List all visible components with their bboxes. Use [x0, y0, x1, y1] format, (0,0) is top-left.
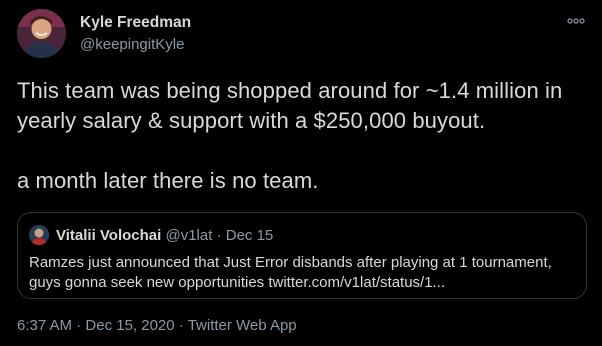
tweet-date[interactable]: Dec 15, 2020 [85, 317, 174, 334]
author-display-name[interactable]: Kyle Freedman [80, 13, 191, 33]
tweet-footer: 6:37 AM · Dec 15, 2020 · Twitter Web App [17, 316, 297, 336]
author-handle[interactable]: @keepingitKyle [80, 35, 191, 55]
quoted-separator: · [212, 227, 226, 244]
quoted-author-name: Vitalii Volochai [56, 227, 162, 244]
quoted-tweet-text: Ramzes just announced that Just Error di… [29, 254, 552, 291]
tweet-text: This team was being shopped around for ~… [17, 78, 563, 193]
quoted-author-handle: @v1lat [165, 227, 213, 244]
quoted-author-avatar [29, 225, 49, 245]
tweet-time[interactable]: 6:37 AM [17, 317, 72, 334]
tweet-card: Kyle Freedman @keepingitKyle This team w… [0, 0, 602, 346]
quoted-tweet-header: Vitalii Volochai @v1lat · Dec 15 [56, 226, 273, 245]
footer-separator: · [174, 317, 188, 334]
quoted-tweet-date: Dec 15 [225, 227, 274, 244]
quoted-tweet[interactable]: Vitalii Volochai @v1lat · Dec 15 Ramzes … [17, 212, 587, 299]
author-avatar[interactable] [17, 9, 66, 58]
author-info: Kyle Freedman @keepingitKyle [80, 13, 191, 55]
footer-separator: · [72, 317, 86, 334]
tweet-source[interactable]: Twitter Web App [188, 317, 297, 334]
more-horizontal-icon[interactable] [566, 14, 586, 26]
